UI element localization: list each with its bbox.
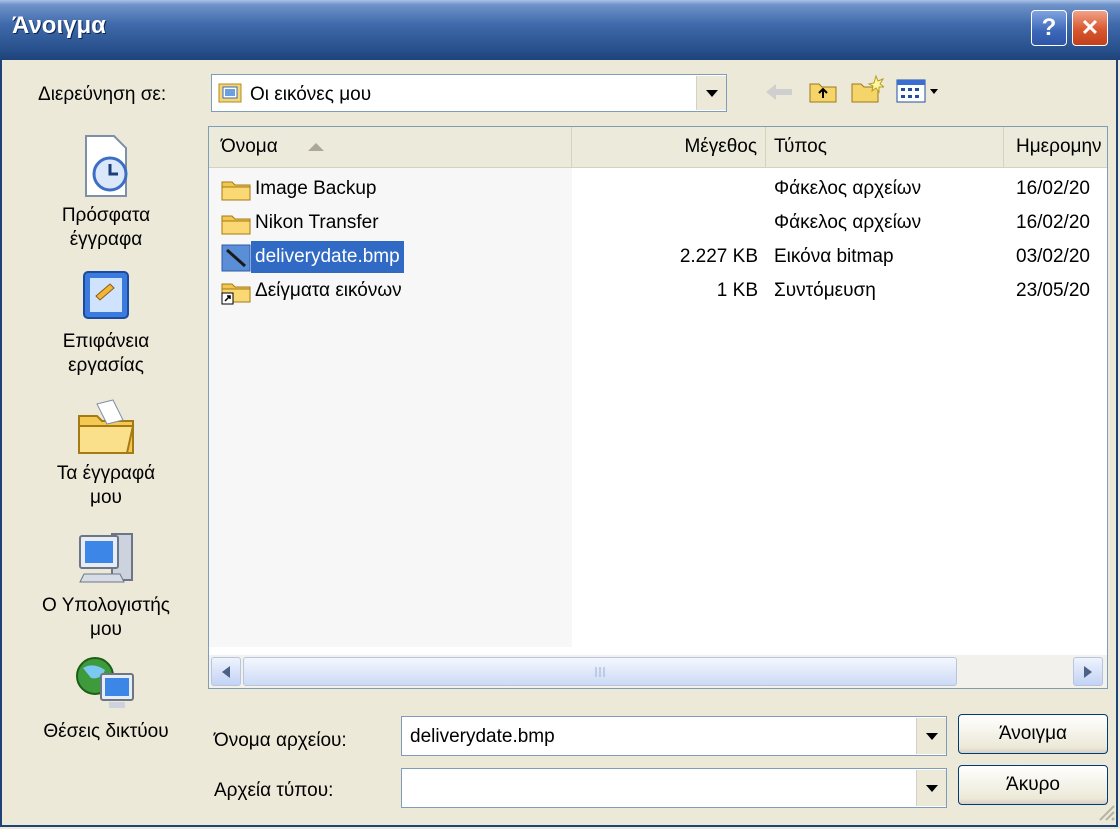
lookin-value: Οι εικόνες μου: [250, 84, 372, 105]
file-type: Εικόνα bitmap: [774, 246, 894, 267]
lookin-label: Διερεύνηση σε:: [38, 84, 167, 105]
up-folder-icon[interactable]: [808, 76, 838, 104]
horizontal-scrollbar[interactable]: [209, 655, 1107, 688]
lookin-dropdown[interactable]: Οι εικόνες μου: [211, 74, 727, 112]
place-label: έγγραφα: [69, 229, 143, 250]
scroll-right-button[interactable]: [1073, 657, 1103, 686]
folder-icon: [221, 215, 251, 235]
column-header-size[interactable]: Μέγεθος: [572, 127, 766, 167]
file-date: 16/02/20: [1016, 178, 1090, 199]
place-label: μου: [90, 487, 122, 508]
place-desktop[interactable]: Επιφάνεια εργασίας: [24, 268, 188, 394]
scroll-thumb[interactable]: [243, 657, 957, 686]
place-my-documents[interactable]: Τα έγγραφά μου: [24, 398, 188, 528]
sort-ascending-icon: [308, 143, 324, 151]
place-label: Θέσεις δικτύου: [43, 721, 169, 742]
file-type: Φάκελος αρχείων: [774, 212, 922, 233]
my-computer-icon: [79, 533, 133, 583]
place-network-places[interactable]: Θέσεις δικτύου: [24, 652, 188, 752]
place-label: Ο Υπολογιστής: [42, 595, 170, 616]
place-recent-documents[interactable]: Πρόσφατα έγγραφα: [24, 132, 188, 262]
chevron-right-icon: [1084, 665, 1092, 678]
bitmap-file-icon: [221, 244, 251, 272]
place-label: μου: [90, 619, 122, 640]
scroll-left-button[interactable]: [211, 657, 241, 686]
cancel-button[interactable]: Άκυρο: [958, 765, 1108, 805]
file-size: [572, 207, 758, 239]
window-title: Άνοιγμα: [12, 12, 106, 39]
resize-grip-icon[interactable]: [1094, 800, 1116, 824]
filename-label: Όνομα αρχείου:: [214, 730, 347, 751]
list-item[interactable]: Nikon Transfer Φάκελος αρχείων 16/02/20: [209, 207, 1107, 239]
new-folder-icon[interactable]: [850, 74, 884, 104]
file-size: 2.227 KB: [679, 246, 758, 267]
file-name: Nikon Transfer: [255, 212, 379, 233]
place-label: Πρόσφατα: [61, 205, 151, 226]
chevron-left-icon: [222, 665, 230, 678]
lookin-dropdown-button[interactable]: [696, 76, 726, 110]
filetype-label: Αρχεία τύπου:: [214, 780, 334, 801]
place-my-computer[interactable]: Ο Υπολογιστής μου: [24, 528, 188, 652]
list-item[interactable]: Image Backup Φάκελος αρχείων 16/02/20: [209, 173, 1107, 205]
grip-icon: [595, 667, 605, 677]
file-date: 23/05/20: [1016, 280, 1090, 301]
folder-shortcut-icon: [221, 283, 251, 305]
back-icon[interactable]: [762, 80, 796, 104]
file-name: Image Backup: [255, 178, 377, 199]
filename-field[interactable]: deliverydate.bmp: [401, 716, 947, 756]
file-name: Δείγματα εικόνων: [255, 280, 402, 301]
file-date: 03/02/20: [1016, 246, 1090, 267]
help-button[interactable]: ?: [1031, 10, 1067, 46]
file-date: 16/02/20: [1016, 212, 1090, 233]
filetype-dropdown[interactable]: [401, 768, 947, 808]
file-name: deliverydate.bmp: [251, 241, 404, 273]
file-size: [572, 173, 758, 205]
my-documents-icon: [78, 399, 135, 454]
place-label: Τα έγγραφά: [56, 463, 156, 484]
column-header-type[interactable]: Τύπος: [766, 127, 1004, 167]
network-places-icon: [76, 657, 134, 708]
column-header-name[interactable]: Όνομα: [209, 127, 572, 167]
folder-icon: [221, 181, 251, 201]
list-item-selected[interactable]: deliverydate.bmp 2.227 KB Εικόνα bitmap …: [209, 241, 1107, 273]
list-item[interactable]: Δείγματα εικόνων 1 KB Συντόμευση 23/05/2…: [209, 275, 1107, 307]
sorted-column-highlight: [209, 127, 572, 647]
file-size: 1 KB: [716, 280, 758, 301]
file-type: Φάκελος αρχείων: [774, 178, 922, 199]
column-header-bar: Όνομα Μέγεθος Τύπος Ημερομην: [209, 127, 1107, 168]
my-pictures-icon: [218, 83, 242, 103]
help-icon: ?: [1041, 14, 1057, 41]
open-button[interactable]: Άνοιγμα: [958, 714, 1108, 754]
title-bar: Άνοιγμα ? ✕: [0, 0, 1120, 60]
place-label: εργασίας: [68, 355, 144, 376]
desktop-icon: [83, 271, 129, 319]
close-icon: ✕: [1080, 15, 1100, 40]
file-type: Συντόμευση: [774, 280, 876, 301]
file-list[interactable]: Όνομα Μέγεθος Τύπος Ημερομην Image Backu…: [208, 126, 1108, 689]
filename-value: deliverydate.bmp: [410, 726, 555, 747]
close-button[interactable]: ✕: [1072, 10, 1108, 46]
recent-documents-icon: [85, 135, 128, 197]
views-menu-icon[interactable]: [896, 78, 942, 104]
filetype-dropdown-button[interactable]: [916, 770, 946, 806]
filename-dropdown-button[interactable]: [916, 718, 946, 754]
column-header-date[interactable]: Ημερομην: [1004, 127, 1107, 167]
place-label: Επιφάνεια: [62, 331, 150, 352]
